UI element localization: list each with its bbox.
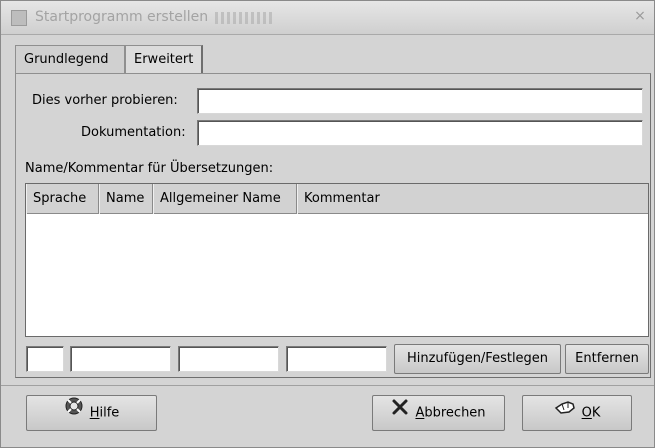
try-label: Dies vorher probieren: <box>32 93 178 108</box>
column-header-kommentar[interactable]: Kommentar <box>297 184 648 214</box>
column-header-name[interactable]: Name <box>99 184 153 214</box>
tab-label: Erweitert <box>134 52 194 67</box>
tab-grundlegend[interactable]: Grundlegend <box>15 45 125 75</box>
table-header: Sprache Name Allgemeiner Name Kommentar <box>26 184 648 214</box>
ok-hand-icon <box>554 396 576 430</box>
translations-table[interactable]: Sprache Name Allgemeiner Name Kommentar <box>25 183 649 337</box>
tab-label: Grundlegend <box>24 52 109 67</box>
documentation-label: Dokumentation: <box>81 125 186 140</box>
remove-button[interactable]: Entfernen <box>565 344 649 374</box>
title-bar[interactable]: Startprogramm erstellen × <box>1 1 654 35</box>
help-label: ilfe <box>99 405 120 421</box>
help-button[interactable]: Hilfe <box>26 395 157 431</box>
translations-heading: Name/Kommentar für Übersetzungen: <box>25 161 274 176</box>
column-header-sprache[interactable]: Sprache <box>26 184 99 214</box>
language-input[interactable] <box>26 346 64 372</box>
add-set-label: Hinzufügen/Festlegen <box>406 351 549 366</box>
ok-label: K <box>591 405 601 421</box>
column-header-allgemeiner-name[interactable]: Allgemeiner Name <box>153 184 297 214</box>
x-icon <box>391 396 409 430</box>
name-input[interactable] <box>70 346 171 372</box>
cancel-label: bbrechen <box>424 405 486 421</box>
ok-button[interactable]: OK <box>522 395 632 431</box>
dialog-window: Startprogramm erstellen × Grundlegend Er… <box>0 0 655 448</box>
lifebuoy-icon <box>64 396 84 430</box>
ok-mnemonic: O <box>581 405 592 421</box>
window-title: Startprogramm erstellen <box>35 9 209 25</box>
comment-input[interactable] <box>286 346 387 372</box>
title-decoration <box>215 12 275 24</box>
documentation-input[interactable] <box>197 120 643 146</box>
remove-label: Entfernen <box>575 351 639 366</box>
add-set-button[interactable]: Hinzufügen/Festlegen <box>394 344 561 374</box>
try-input[interactable] <box>197 88 643 114</box>
generic-name-input[interactable] <box>178 346 279 372</box>
window-icon <box>11 10 27 26</box>
close-icon[interactable]: × <box>631 7 649 25</box>
cancel-button[interactable]: Abbrechen <box>372 395 505 431</box>
